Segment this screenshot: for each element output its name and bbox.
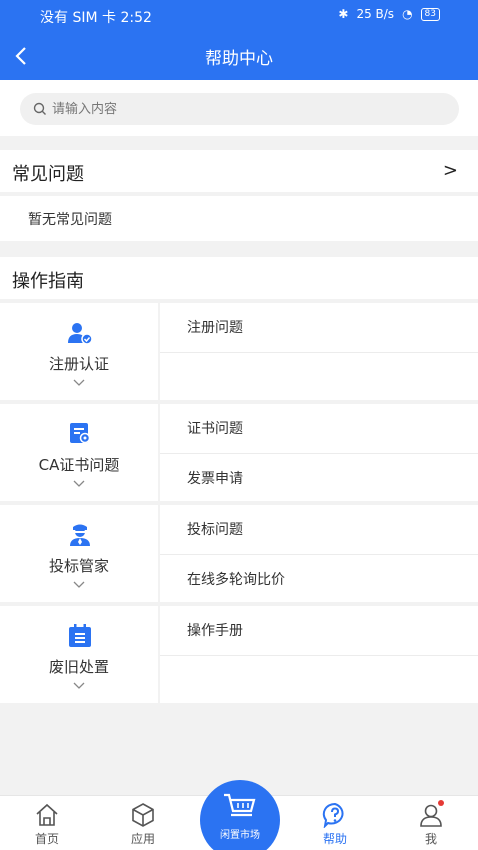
certificate-icon xyxy=(70,423,91,444)
guide-item-label: 注册问题 xyxy=(187,320,243,336)
tab-label: 应用 xyxy=(130,832,155,846)
guide-item-empty xyxy=(160,655,478,703)
guide-item-empty xyxy=(160,352,478,400)
guide-item-label: 证书问题 xyxy=(187,421,243,437)
category-bid[interactable]: 投标管家 xyxy=(0,505,158,602)
status-right: ✱ 25 B/s ◔ 83 xyxy=(338,7,440,21)
guide-item-cert-question[interactable]: 证书问题 xyxy=(160,404,478,452)
category-items: 证书问题 发票申请 xyxy=(160,404,478,501)
faq-title: 常见问题 xyxy=(12,164,84,185)
guide-category-disposal: 废旧处置 操作手册 xyxy=(0,606,478,703)
notification-dot xyxy=(438,800,444,806)
category-items: 投标问题 在线多轮询比价 xyxy=(160,505,478,602)
faq-empty-row: 暂无常见问题 xyxy=(0,196,478,241)
status-bar: 没有 SIM 卡 2:52 ✱ 25 B/s ◔ 83 xyxy=(0,0,478,32)
search-section xyxy=(0,80,478,136)
guide-category-bid: 投标管家 投标问题 在线多轮询比价 xyxy=(0,505,478,602)
guide-item-label: 操作手册 xyxy=(187,623,243,639)
carrier-text: 没有 SIM 卡 xyxy=(40,10,116,26)
chevron-down-icon xyxy=(73,379,85,386)
category-label: 注册认证 xyxy=(48,355,109,373)
guide-title: 操作指南 xyxy=(12,271,84,292)
category-register[interactable]: 注册认证 xyxy=(0,303,158,400)
search-input[interactable] xyxy=(52,93,442,125)
help-chat-icon xyxy=(322,802,344,828)
tab-help[interactable]: 帮助 xyxy=(300,796,370,850)
guide-item-label: 投标问题 xyxy=(187,522,243,538)
search-box[interactable] xyxy=(20,93,459,125)
tab-home[interactable]: 首页 xyxy=(12,796,82,850)
search-icon xyxy=(33,102,46,115)
guide-category-register: 注册认证 注册问题 xyxy=(0,303,478,400)
chevron-down-icon xyxy=(73,480,85,487)
network-speed: 25 B/s xyxy=(356,7,395,21)
chevron-right-icon: > xyxy=(442,160,458,181)
guide-item-manual[interactable]: 操作手册 xyxy=(160,606,478,654)
cart-icon xyxy=(224,793,256,817)
agent-icon xyxy=(70,524,90,546)
home-icon xyxy=(36,803,58,826)
category-disposal[interactable]: 废旧处置 xyxy=(0,606,158,703)
user-check-icon xyxy=(68,323,93,345)
faq-header[interactable]: 常见问题 > xyxy=(0,150,478,192)
tab-label: 我 xyxy=(424,832,437,846)
guide-header: 操作指南 xyxy=(0,257,478,299)
calendar-list-icon xyxy=(69,624,91,647)
battery-icon: 83 xyxy=(420,7,440,21)
guide-item-label: 在线多轮询比价 xyxy=(187,572,285,588)
category-label: CA证书问题 xyxy=(38,456,120,474)
tab-label: 帮助 xyxy=(322,832,347,846)
category-label: 废旧处置 xyxy=(48,658,109,676)
guide-item-bid-question[interactable]: 投标问题 xyxy=(160,505,478,553)
tab-apps[interactable]: 应用 xyxy=(108,796,178,850)
category-ca[interactable]: CA证书问题 xyxy=(0,404,158,501)
category-items: 注册问题 xyxy=(160,303,478,400)
category-label: 投标管家 xyxy=(48,557,109,575)
guide-item-label: 发票申请 xyxy=(187,471,243,487)
category-items: 操作手册 xyxy=(160,606,478,703)
market-label: 闲置市场 xyxy=(220,830,260,841)
chevron-down-icon xyxy=(73,682,85,689)
chevron-down-icon xyxy=(73,581,85,588)
tab-label: 首页 xyxy=(34,832,59,846)
nav-bar: 帮助中心 xyxy=(0,32,478,80)
guide-item-invoice-apply[interactable]: 发票申请 xyxy=(160,453,478,501)
tab-me[interactable]: 我 xyxy=(396,796,466,850)
wifi-icon: ◔ xyxy=(402,7,413,21)
guide-item-online-inquiry[interactable]: 在线多轮询比价 xyxy=(160,554,478,602)
bluetooth-icon: ✱ xyxy=(338,7,349,21)
guide-item-register-question[interactable]: 注册问题 xyxy=(160,303,478,351)
page-title: 帮助中心 xyxy=(205,49,273,69)
cube-icon xyxy=(132,803,154,827)
status-time: 2:52 xyxy=(120,10,152,26)
guide-category-ca: CA证书问题 证书问题 发票申请 xyxy=(0,404,478,501)
market-button[interactable]: 闲置市场 xyxy=(200,780,280,850)
status-carrier: 没有 SIM 卡 2:52 xyxy=(40,7,152,27)
faq-empty-text: 暂无常见问题 xyxy=(28,212,112,228)
